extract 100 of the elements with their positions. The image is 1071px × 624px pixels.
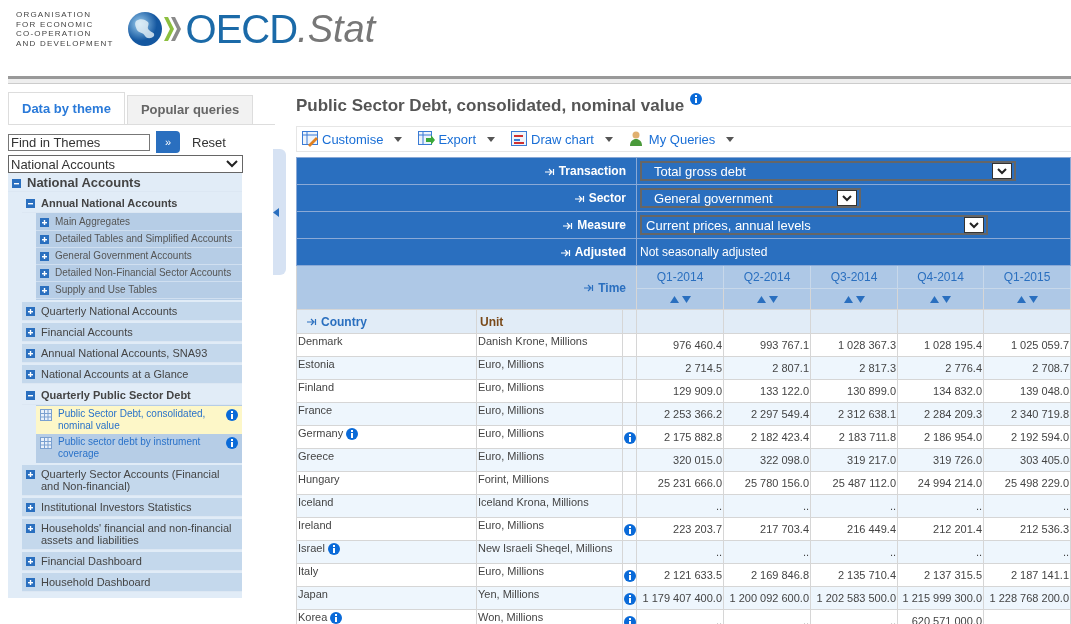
dataset-item[interactable]: Public Sector Debt, consolidated, nominal value xyxy=(36,406,242,434)
info-icon[interactable] xyxy=(623,615,636,624)
table-cell: 2 340 719.8 xyxy=(1010,408,1070,420)
pivot-arrow-icon xyxy=(544,167,555,176)
sort-ascending-icon[interactable] xyxy=(756,295,766,303)
dimension-dropdown[interactable]: General government xyxy=(640,188,861,208)
sort-descending-icon[interactable] xyxy=(1028,295,1038,303)
table-cell: 139 048.0 xyxy=(1020,385,1070,397)
expand-icon[interactable] xyxy=(26,578,35,587)
row-header: Korea xyxy=(298,611,328,623)
info-icon[interactable] xyxy=(623,431,636,444)
info-icon[interactable] xyxy=(226,437,238,449)
toolbar-button[interactable]: Customise xyxy=(302,131,403,147)
tree-item[interactable]: National Accounts xyxy=(27,175,141,191)
table-cell: Yen, Millions xyxy=(476,586,623,610)
search-button[interactable]: » xyxy=(156,131,180,153)
table-cell: .. xyxy=(715,546,722,558)
column-header: Unit xyxy=(476,309,623,334)
expand-icon[interactable] xyxy=(26,470,35,479)
expand-icon[interactable] xyxy=(26,557,35,566)
dimension-label: Adjusted xyxy=(296,238,637,266)
pivot-arrow-icon xyxy=(560,248,571,257)
table-cell: New Israeli Sheqel, Millions xyxy=(476,540,623,564)
sort-descending-icon[interactable] xyxy=(855,295,865,303)
table-cell: 2 187 141.1 xyxy=(1010,569,1070,581)
table-cell: Iceland Krona, Millions xyxy=(476,494,623,518)
sort-ascending-icon[interactable] xyxy=(930,295,939,303)
info-icon[interactable] xyxy=(346,428,359,441)
theme-dropdown[interactable]: National Accounts xyxy=(8,155,243,173)
expand-icon[interactable] xyxy=(26,328,35,337)
table-cell: 2 186 954.0 xyxy=(923,431,982,443)
table-cell: 2 192 594.0 xyxy=(1010,431,1070,443)
pivot-arrow-icon xyxy=(307,318,317,327)
table-cell: Euro, Millions xyxy=(476,517,623,541)
info-icon[interactable] xyxy=(623,569,636,582)
expand-icon[interactable] xyxy=(40,218,49,227)
collapse-handle[interactable] xyxy=(273,149,286,275)
sort-ascending-icon[interactable] xyxy=(669,295,679,303)
time-label[interactable]: Time xyxy=(296,265,637,310)
expand-icon[interactable] xyxy=(40,286,49,295)
expand-icon[interactable] xyxy=(26,370,35,379)
dimension-label: Measure xyxy=(296,211,637,239)
expand-icon[interactable] xyxy=(26,503,35,512)
info-icon[interactable] xyxy=(623,523,636,536)
table-cell: 129 909.0 xyxy=(673,385,722,397)
sort-ascending-icon[interactable] xyxy=(843,295,853,303)
table-cell: 25 498 229.0 xyxy=(1004,477,1070,489)
info-icon[interactable] xyxy=(327,543,340,556)
sort-descending-icon[interactable] xyxy=(768,295,778,303)
row-header: Germany xyxy=(298,427,344,439)
expand-icon[interactable] xyxy=(40,269,49,278)
dimension-dropdown[interactable]: Total gross debt xyxy=(640,161,1016,181)
table-cell: .. xyxy=(715,500,722,512)
table-cell: 25 487 112.0 xyxy=(832,477,896,489)
tree-item[interactable]: Annual National Accounts xyxy=(41,197,178,209)
collapse-icon[interactable] xyxy=(12,179,21,188)
toolbar-button[interactable]: Export xyxy=(418,131,495,147)
sort-descending-icon[interactable] xyxy=(942,295,951,303)
tree-item[interactable]: Supply and Use Tables xyxy=(55,284,158,296)
table-cell: 2 807.1 xyxy=(772,362,809,374)
expand-icon[interactable] xyxy=(40,252,49,261)
collapse-icon[interactable] xyxy=(26,199,35,208)
dataset-label[interactable]: Public sector debt by instrument coverage xyxy=(58,436,220,460)
table-cell: 212 536.3 xyxy=(1020,523,1070,535)
sort-ascending-icon[interactable] xyxy=(1016,295,1026,303)
reset-link[interactable]: Reset xyxy=(192,134,226,150)
caret-icon xyxy=(726,136,735,142)
collapse-icon[interactable] xyxy=(26,391,35,400)
row-header: Italy xyxy=(298,565,319,577)
info-icon[interactable] xyxy=(226,409,238,421)
expand-icon[interactable] xyxy=(26,349,35,358)
toolbar-button[interactable]: My Queries xyxy=(628,131,735,147)
sidebar-tab[interactable]: Popular queries xyxy=(126,95,254,124)
table-icon xyxy=(40,409,52,421)
table-cell: Forint, Millions xyxy=(476,471,623,495)
expand-icon[interactable] xyxy=(26,307,35,316)
table-cell: .. xyxy=(802,546,809,558)
expand-icon[interactable] xyxy=(26,524,35,533)
tree-item[interactable]: Quarterly Public Sector Debt xyxy=(41,389,191,401)
expand-icon[interactable] xyxy=(40,235,49,244)
info-icon[interactable] xyxy=(623,592,636,605)
tree-item[interactable]: General Government Accounts xyxy=(55,250,192,262)
toolbar-button[interactable]: Draw chart xyxy=(511,131,613,147)
info-icon[interactable] xyxy=(330,612,343,624)
search-field[interactable]: Find in Themes xyxy=(8,133,150,151)
sidebar-tab[interactable]: Data by theme xyxy=(8,92,125,124)
dimension-dropdown[interactable]: Current prices, annual levels xyxy=(640,215,988,235)
tree-item[interactable]: Main Aggregates xyxy=(55,216,131,228)
info-icon[interactable] xyxy=(690,93,703,105)
row-header-label[interactable]: Country xyxy=(296,309,477,334)
table-cell: 1 215 999 300.0 xyxy=(902,592,982,604)
table-cell: .. xyxy=(1062,500,1070,512)
sort-descending-icon[interactable] xyxy=(681,295,691,303)
table-cell: 322 098.0 xyxy=(760,454,809,466)
table-arrow-icon xyxy=(418,131,436,147)
dropdown-value: National Accounts xyxy=(11,156,116,172)
row-header: Ireland xyxy=(298,519,332,531)
table-cell: 976 460.4 xyxy=(673,339,722,351)
row-header: France xyxy=(298,404,333,416)
dataset-label[interactable]: Public Sector Debt, consolidated, nominal value xyxy=(58,408,220,432)
